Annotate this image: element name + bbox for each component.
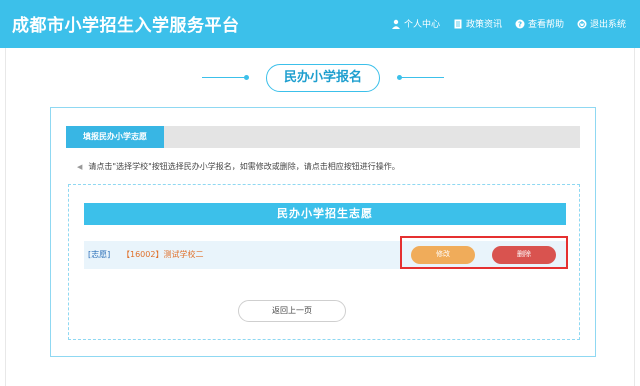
- nav-label: 查看帮助: [527, 20, 564, 30]
- heading-line-left: [202, 77, 246, 78]
- nav-help[interactable]: ? 查看帮助: [515, 17, 564, 30]
- nav-label: 政策资讯: [465, 20, 502, 30]
- nav-logout[interactable]: 退出系统: [577, 17, 626, 30]
- section-heading: 民办小学报名: [0, 64, 640, 92]
- document-icon: [453, 19, 463, 29]
- user-icon: [391, 19, 401, 29]
- top-bar: 成都市小学招生入学服务平台 个人中心 政策资讯 ? 查看帮助 退出系统: [0, 0, 640, 48]
- nav-personal-center[interactable]: 个人中心: [391, 17, 440, 30]
- power-icon: [577, 19, 587, 29]
- site-title: 成都市小学招生入学服务平台: [12, 16, 240, 36]
- tab-fill-private-school[interactable]: 填报民办小学志愿: [66, 126, 164, 148]
- triangle-left-icon: ◀: [77, 163, 83, 171]
- volunteer-tag: [志愿]: [88, 250, 111, 259]
- volunteer-school: 【16002】测试学校二: [122, 250, 204, 259]
- nav-label: 退出系统: [589, 20, 626, 30]
- heading-line-right: [400, 77, 444, 78]
- nav-policy-news[interactable]: 政策资讯: [453, 17, 502, 30]
- instruction-tip: ◀ 请点击"选择学校"按钮选择民办小学报名，如需修改或删除，请点击相应按钮进行操作…: [77, 161, 400, 172]
- highlight-box: [400, 236, 568, 269]
- heading-dot-left: [244, 75, 249, 80]
- section-title: 民办小学报名: [266, 64, 380, 92]
- tab-bar: 填报民办小学志愿: [66, 126, 580, 148]
- volunteer-heading: 民办小学招生志愿: [84, 203, 566, 225]
- back-button[interactable]: 返回上一页: [238, 300, 346, 322]
- nav-label: 个人中心: [403, 20, 440, 30]
- svg-text:?: ?: [518, 20, 522, 28]
- help-icon: ?: [515, 19, 525, 29]
- tip-text: 请点击"选择学校"按钮选择民办小学报名，如需修改或删除，请点击相应按钮进行操作。: [88, 162, 400, 171]
- top-nav: 个人中心 政策资讯 ? 查看帮助 退出系统: [391, 17, 626, 30]
